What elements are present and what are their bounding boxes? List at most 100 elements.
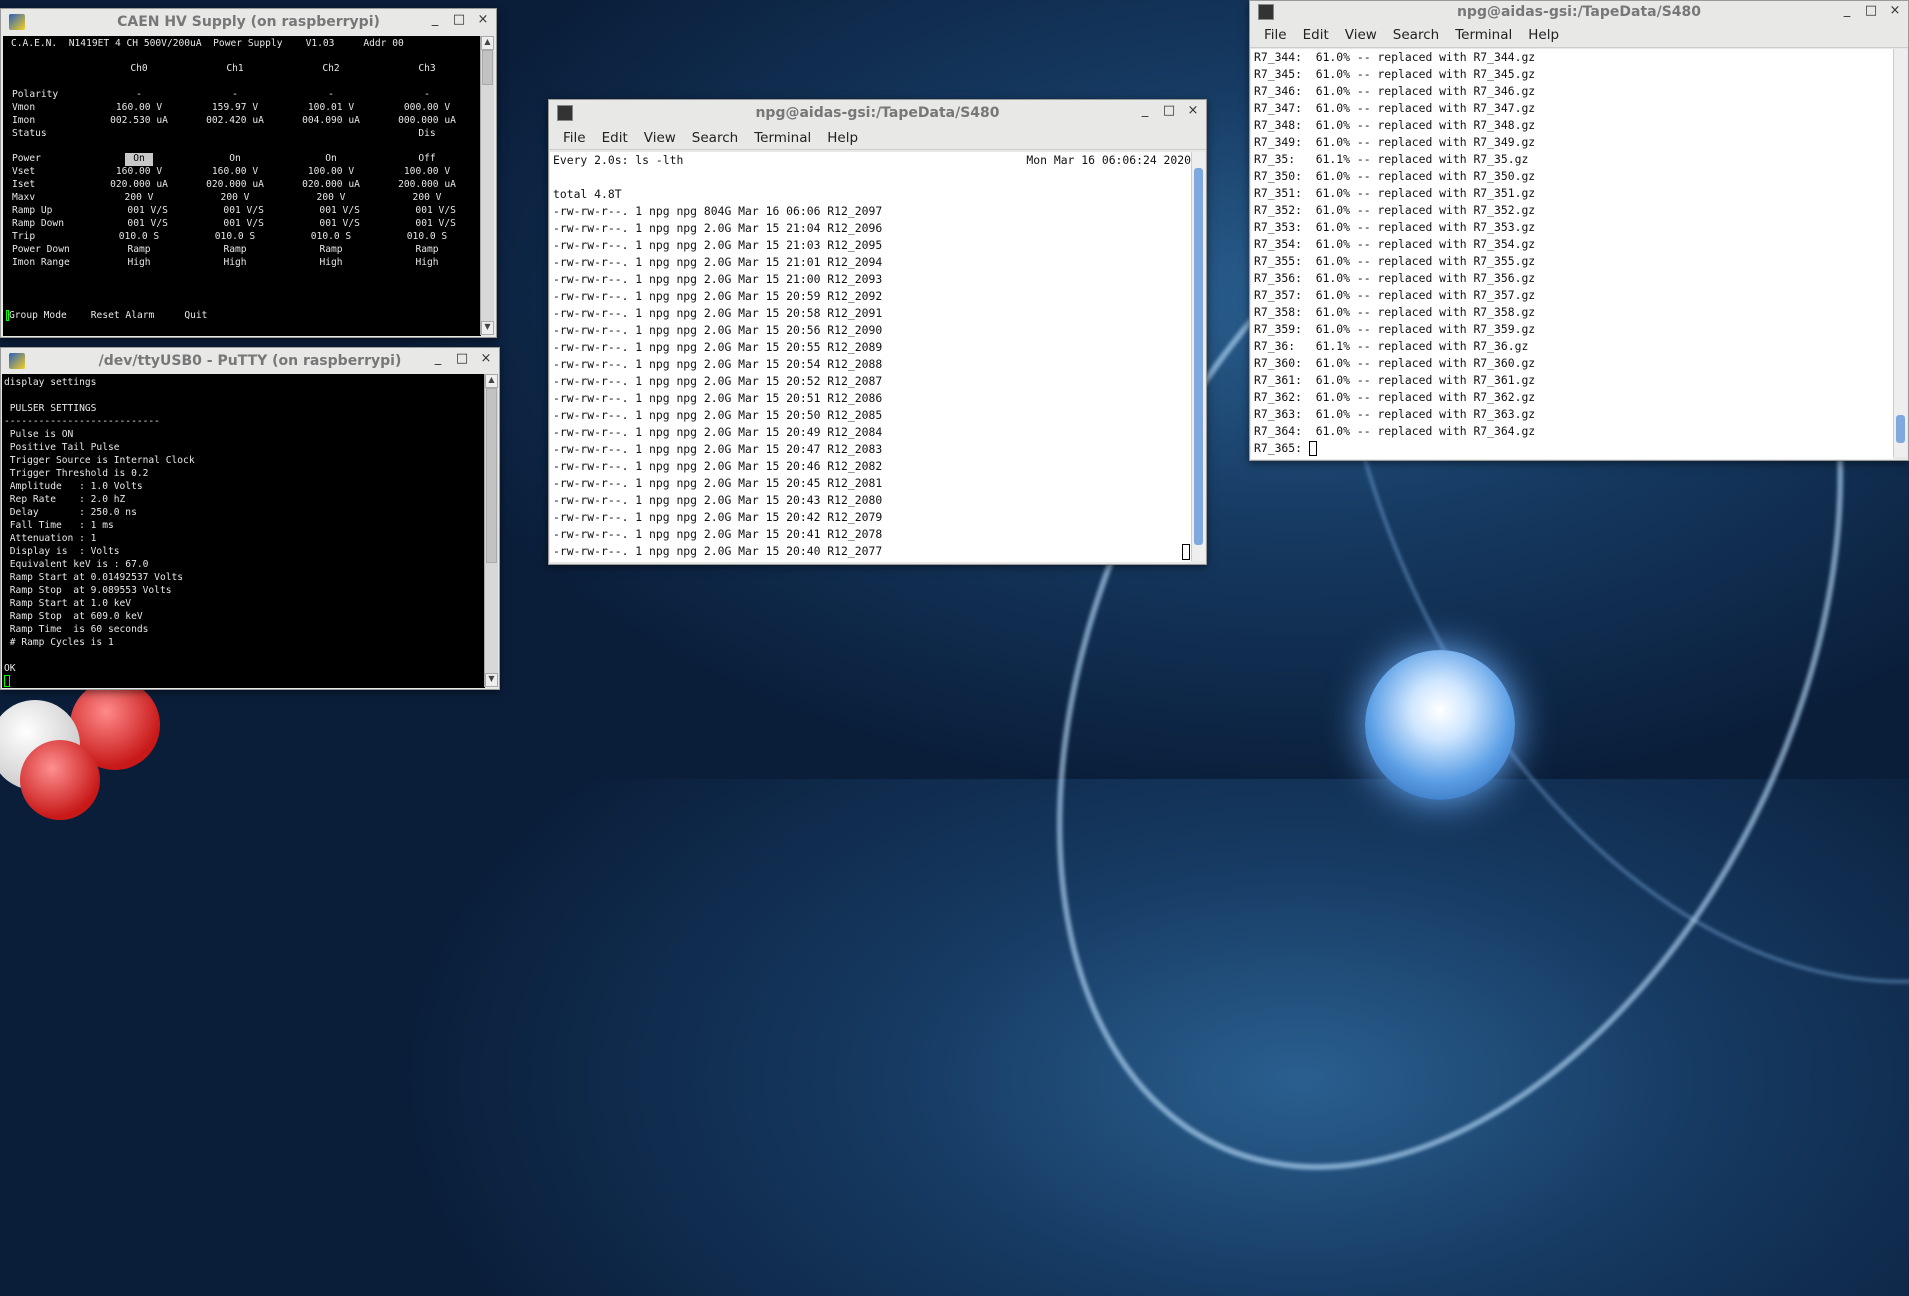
maximize-button[interactable]: □ <box>1864 3 1878 18</box>
close-button[interactable]: × <box>1186 103 1200 118</box>
gzip-output-line: R7_362: 61.0% -- replaced with R7_362.gz <box>1254 390 1536 404</box>
channel-value: 001 V/S <box>206 205 264 217</box>
caen-row: Vset 160.00 V 160.00 V 100.00 V 100.00 V <box>3 166 481 179</box>
caen-row: Ramp Down 001 V/S 001 V/S 001 V/S 001 V/… <box>3 218 481 231</box>
file-listing-row: -rw-rw-r--. 1 npg npg 2.0G Mar 15 20:43 … <box>553 493 883 507</box>
prompt: R7_365: <box>1254 441 1309 455</box>
scroll-thumb[interactable] <box>1896 415 1905 443</box>
menu-help[interactable]: Help <box>819 130 866 146</box>
scroll-down-arrow[interactable]: ▼ <box>481 321 494 335</box>
wallpaper-sphere <box>1365 650 1515 800</box>
scroll-up-arrow[interactable]: ▲ <box>481 36 494 50</box>
caen-window: CAEN HV Supply (on raspberrypi) _ □ × C.A.… <box>0 8 497 338</box>
channel-value[interactable]: On <box>125 153 153 167</box>
group-mode-action[interactable]: Group Mode <box>9 309 67 322</box>
minimize-button[interactable]: _ <box>428 12 442 27</box>
channel-value: 200 V <box>316 192 346 204</box>
gzip-output-line: R7_349: 61.0% -- replaced with R7_349.gz <box>1254 135 1536 149</box>
gzip-output-line: R7_360: 61.0% -- replaced with R7_360.gz <box>1254 356 1536 370</box>
channel-label: Ch0 <box>130 63 148 74</box>
scroll-down-arrow[interactable]: ▼ <box>485 673 498 687</box>
channel-value: 001 V/S <box>302 217 360 229</box>
channel-value[interactable]: Off <box>379 153 475 166</box>
caen-row: Power Down Ramp Ramp Ramp Ramp <box>3 244 481 257</box>
channel-header-row: Ch0 Ch1 Ch2 Ch3 <box>3 63 481 76</box>
gzip-output-line: R7_363: 61.0% -- replaced with R7_363.gz <box>1254 407 1536 421</box>
menu-search[interactable]: Search <box>684 130 746 146</box>
caen-terminal[interactable]: C.A.E.N. N1419ET 4 CH 500V/200uA Power S… <box>3 36 481 336</box>
gzip-output-line: R7_350: 61.0% -- replaced with R7_350.gz <box>1254 169 1536 183</box>
gzip-output-line: R7_356: 61.0% -- replaced with R7_356.gz <box>1254 271 1536 285</box>
window-title: CAEN HV Supply (on raspberrypi) <box>117 14 380 30</box>
menu-view[interactable]: View <box>1337 27 1385 43</box>
title-bar[interactable]: npg@aidas-gsi:/TapeData/S480 _ □ × <box>549 100 1206 126</box>
channel-value: 200 V <box>124 192 154 204</box>
title-bar[interactable]: /dev/ttyUSB0 - PuTTY (on raspberrypi) _ □… <box>1 348 499 374</box>
file-listing-row: -rw-rw-r--. 1 npg npg 2.0G Mar 15 20:50 … <box>553 408 883 422</box>
menu-file[interactable]: File <box>1256 27 1295 43</box>
menu-edit[interactable]: Edit <box>1295 27 1337 43</box>
menu-search[interactable]: Search <box>1385 27 1447 43</box>
minimize-button[interactable]: _ <box>431 351 445 366</box>
gzip-output-line: R7_345: 61.0% -- replaced with R7_345.gz <box>1254 67 1536 81</box>
close-button[interactable]: × <box>479 351 493 366</box>
menu-terminal[interactable]: Terminal <box>746 130 819 146</box>
channel-value[interactable]: On <box>187 153 283 166</box>
caen-row: Ramp Up 001 V/S 001 V/S 001 V/S 001 V/S <box>3 205 481 218</box>
maximize-button[interactable]: □ <box>452 12 466 27</box>
caen-row: Maxv 200 V 200 V 200 V 200 V <box>3 192 481 205</box>
caen-row: Imon Range High High High High <box>3 257 481 270</box>
channel-value: 200.000 uA <box>398 179 456 191</box>
output-line: Trigger Threshold is 0.2 <box>4 468 149 479</box>
reset-alarm-action[interactable]: Reset Alarm <box>91 309 155 322</box>
minimize-button[interactable]: _ <box>1840 3 1854 18</box>
gzip-output-line: R7_359: 61.0% -- replaced with R7_359.gz <box>1254 322 1536 336</box>
title-bar[interactable]: CAEN HV Supply (on raspberrypi) _ □ × <box>1 9 496 35</box>
total-size: total 4.8T <box>553 187 622 201</box>
output-line: display settings <box>4 377 97 388</box>
row-label: Iset <box>12 179 36 191</box>
putty-terminal[interactable]: display settings PULSER SETTINGS --------… <box>2 374 485 688</box>
output-line: Delay : 250.0 ns <box>4 507 137 518</box>
title-bar[interactable]: npg@aidas-gsi:/TapeData/S480 _ □ × <box>1250 1 1908 23</box>
menu-file[interactable]: File <box>555 130 594 146</box>
window-title: /dev/ttyUSB0 - PuTTY (on raspberrypi) <box>98 353 402 369</box>
file-listing-row: -rw-rw-r--. 1 npg npg 2.0G Mar 15 20:41 … <box>553 527 883 541</box>
caen-row: Status Dis <box>3 128 481 141</box>
channel-value: 020.000 uA <box>110 179 168 191</box>
close-button[interactable]: × <box>476 12 490 27</box>
channel-label: Ch2 <box>322 63 340 74</box>
channel-value: 002.530 uA <box>110 114 168 126</box>
scrollbar[interactable] <box>1893 49 1907 457</box>
file-listing-row: -rw-rw-r--. 1 npg npg 2.0G Mar 15 20:46 … <box>553 459 883 473</box>
scroll-thumb[interactable] <box>486 388 497 563</box>
scrollbar[interactable] <box>1191 152 1205 561</box>
minimize-button[interactable]: _ <box>1138 103 1152 118</box>
scroll-thumb[interactable] <box>1194 168 1203 545</box>
terminal-output[interactable]: Every 2.0s: ls -lth Mon Mar 16 06:06:24 2… <box>550 152 1191 562</box>
channel-value <box>187 128 283 141</box>
maximize-button[interactable]: □ <box>455 351 469 366</box>
output-line: Ramp Start at 0.01492537 Volts <box>4 572 184 583</box>
terminal-output[interactable]: R7_344: 61.0% -- replaced with R7_344.gz… <box>1251 49 1893 459</box>
scroll-thumb[interactable] <box>482 50 493 85</box>
scrollbar[interactable]: ▲ ▼ <box>484 374 498 687</box>
menu-edit[interactable]: Edit <box>594 130 636 146</box>
scroll-up-arrow[interactable]: ▲ <box>485 374 498 388</box>
channel-value[interactable]: On <box>283 153 379 166</box>
menu-view[interactable]: View <box>636 130 684 146</box>
menu-help[interactable]: Help <box>1520 27 1567 43</box>
channel-value: 020.000 uA <box>302 179 360 191</box>
close-button[interactable]: × <box>1888 3 1902 18</box>
scrollbar[interactable]: ▲ ▼ <box>480 36 494 335</box>
maximize-button[interactable]: □ <box>1162 103 1176 118</box>
terminal-window-gzip: npg@aidas-gsi:/TapeData/S480 _ □ × File Edi… <box>1249 0 1909 461</box>
menu-terminal[interactable]: Terminal <box>1447 27 1520 43</box>
row-label: Vmon <box>12 101 36 113</box>
channel-value: 001 V/S <box>110 217 168 229</box>
channel-value: High <box>223 256 247 268</box>
gzip-output-line: R7_347: 61.0% -- replaced with R7_347.gz <box>1254 101 1536 115</box>
quit-action[interactable]: Quit <box>184 309 207 322</box>
row-label: Imon Range <box>12 256 70 268</box>
putty-window: /dev/ttyUSB0 - PuTTY (on raspberrypi) _ □… <box>0 347 500 690</box>
